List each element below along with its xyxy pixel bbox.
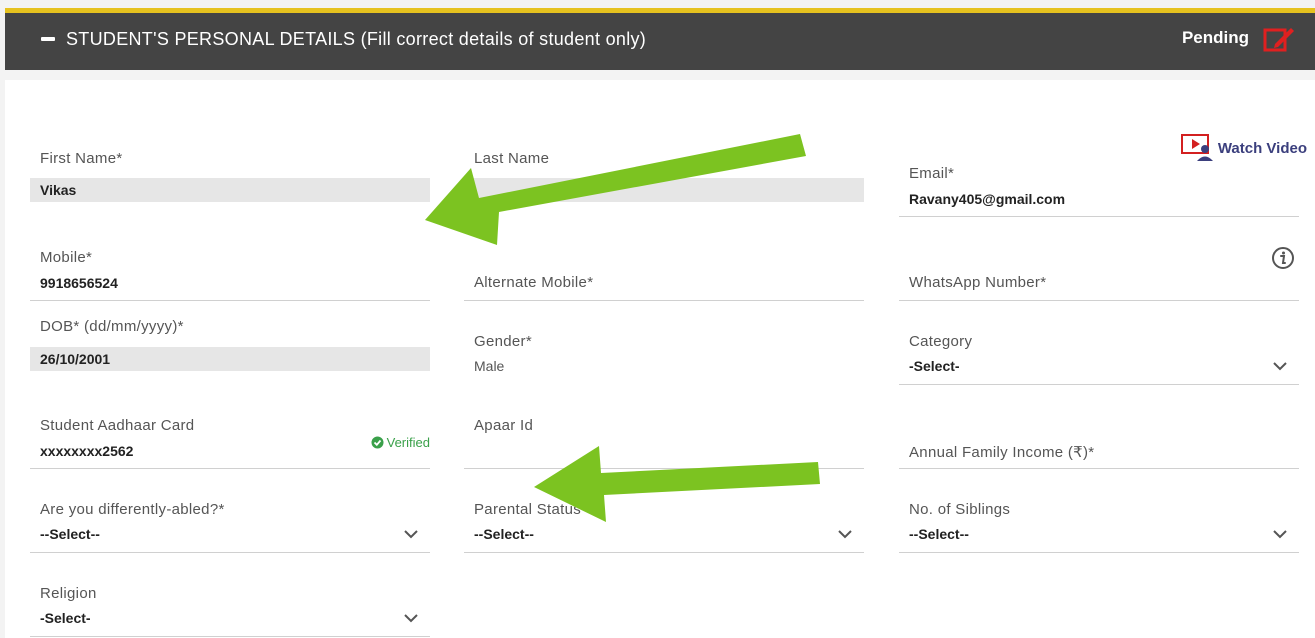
form-card: Watch Video First Name* Vikas Last Name … <box>5 80 1315 638</box>
income-field[interactable]: Annual Family Income (₹)* <box>899 412 1299 472</box>
collapse-icon[interactable] <box>41 37 55 41</box>
differently-abled-value: --Select-- <box>40 526 100 542</box>
parental-status-label: Parental Status <box>474 501 582 518</box>
chevron-down-icon <box>838 530 852 539</box>
chevron-down-icon <box>404 530 418 539</box>
religion-label: Religion <box>40 585 97 602</box>
last-name-input-bg <box>464 178 864 202</box>
alternate-mobile-label: Alternate Mobile* <box>474 274 594 291</box>
status-text: Pending <box>1181 28 1249 47</box>
apaar-id-field[interactable]: Apaar Id <box>464 412 864 472</box>
income-label: Annual Family Income (₹)* <box>909 444 1095 461</box>
differently-abled-label: Are you differently-abled?* <box>40 501 225 518</box>
whatsapp-label: WhatsApp Number* <box>909 274 1047 291</box>
siblings-select[interactable]: No. of Siblings --Select-- <box>899 496 1299 556</box>
gender-field[interactable]: Gender* Male <box>464 328 864 388</box>
category-label: Category <box>909 333 973 350</box>
mobile-label: Mobile* <box>40 249 93 266</box>
watch-video-link[interactable]: Watch Video <box>1180 134 1307 162</box>
watch-video-label: Watch Video <box>1217 139 1307 157</box>
first-name-label: First Name* <box>40 150 123 167</box>
religion-value: -Select- <box>40 610 91 626</box>
last-name-label: Last Name <box>474 150 550 167</box>
section-title: STUDENT'S PERSONAL DETAILS (Fill correct… <box>66 29 647 49</box>
section-header[interactable]: STUDENT'S PERSONAL DETAILS (Fill correct… <box>5 13 1315 70</box>
chevron-down-icon <box>1273 362 1287 371</box>
check-circle-icon <box>371 436 384 449</box>
gender-value: Male <box>474 358 505 374</box>
siblings-value: --Select-- <box>909 526 969 542</box>
dob-field[interactable]: DOB* (dd/mm/yyyy)* 26/10/2001 <box>30 313 430 373</box>
mobile-field[interactable]: Mobile* 9918656524 <box>30 244 430 304</box>
last-name-field[interactable]: Last Name <box>464 145 864 205</box>
edit-icon[interactable] <box>1263 24 1295 54</box>
aadhaar-label: Student Aadhaar Card <box>40 417 195 434</box>
mobile-value: 9918656524 <box>40 275 118 291</box>
religion-select[interactable]: Religion -Select- <box>30 580 430 638</box>
email-label: Email* <box>909 165 955 182</box>
aadhaar-value: xxxxxxxx2562 <box>40 443 134 459</box>
dob-value: 26/10/2001 <box>40 351 111 367</box>
email-value: Ravany405@gmail.com <box>909 191 1066 207</box>
apaar-id-label: Apaar Id <box>474 417 534 434</box>
category-select[interactable]: Category -Select- <box>899 328 1299 388</box>
chevron-down-icon <box>404 614 418 623</box>
dob-label: DOB* (dd/mm/yyyy)* <box>40 318 184 335</box>
first-name-input-bg <box>30 178 430 202</box>
email-field[interactable]: Email* Ravany405@gmail.com <box>899 160 1299 220</box>
parental-status-select[interactable]: Parental Status --Select-- <box>464 496 864 556</box>
video-tutorial-icon <box>1180 134 1213 161</box>
first-name-field[interactable]: First Name* Vikas <box>30 145 430 205</box>
verified-badge: Verified <box>371 435 430 450</box>
whatsapp-field[interactable]: WhatsApp Number* <box>899 244 1299 304</box>
siblings-label: No. of Siblings <box>909 501 1011 518</box>
aadhaar-field[interactable]: Student Aadhaar Card Verified xxxxxxxx25… <box>30 412 430 472</box>
category-value: -Select- <box>909 358 960 374</box>
parental-status-value: --Select-- <box>474 526 534 542</box>
chevron-down-icon <box>1273 530 1287 539</box>
differently-abled-select[interactable]: Are you differently-abled?* --Select-- <box>30 496 430 556</box>
gender-input-bg <box>464 347 864 384</box>
alternate-mobile-field[interactable]: Alternate Mobile* <box>464 244 864 304</box>
first-name-value: Vikas <box>40 182 77 198</box>
gender-label: Gender* <box>474 333 532 350</box>
